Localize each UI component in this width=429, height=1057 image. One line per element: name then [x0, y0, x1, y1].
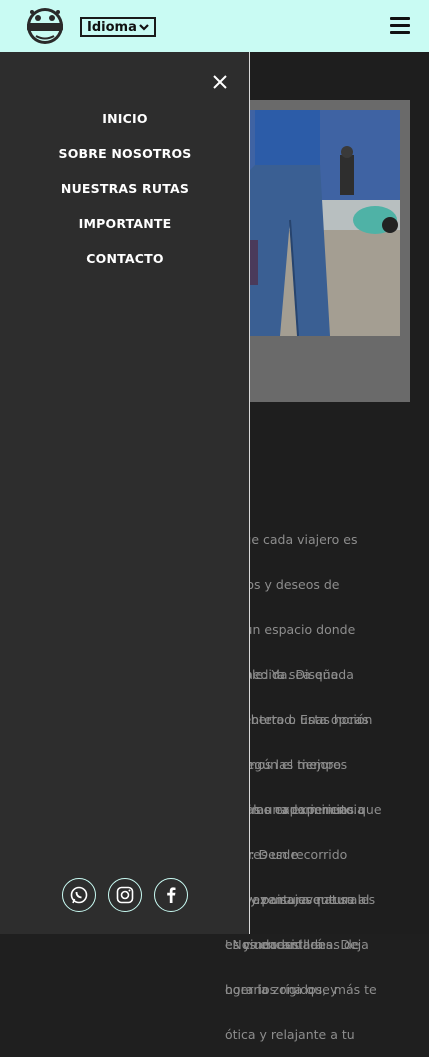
background-paragraph-4: una aventura que se es y necesidades. De… — [225, 892, 369, 1042]
nav-item-sobre-nosotros[interactable]: SOBRE NOSOTROS — [0, 143, 250, 178]
hamburger-icon[interactable] — [390, 17, 410, 35]
top-navbar: Idioma — [0, 0, 429, 52]
facebook-icon[interactable] — [154, 878, 188, 912]
scooter-tour-photo — [250, 110, 400, 336]
nav-item-inicio[interactable]: INICIO — [0, 108, 250, 143]
nav-item-importante[interactable]: IMPORTANTE — [0, 213, 250, 248]
nav-item-contacto[interactable]: CONTACTO — [0, 248, 250, 283]
nav-item-nuestras-rutas[interactable]: NUESTRAS RUTAS — [0, 178, 250, 213]
close-icon[interactable] — [212, 74, 228, 90]
language-select[interactable]: Idioma — [80, 17, 156, 37]
language-select-value: Idioma — [87, 19, 137, 35]
social-links — [0, 878, 250, 914]
drawer-nav: INICIO SOBRE NOSOTROS NUESTRAS RUTAS IMP… — [0, 108, 250, 283]
chevron-down-icon — [138, 20, 150, 38]
vespa-logo-icon[interactable] — [24, 6, 66, 46]
whatsapp-icon[interactable] — [62, 878, 96, 912]
instagram-icon[interactable] — [108, 878, 142, 912]
